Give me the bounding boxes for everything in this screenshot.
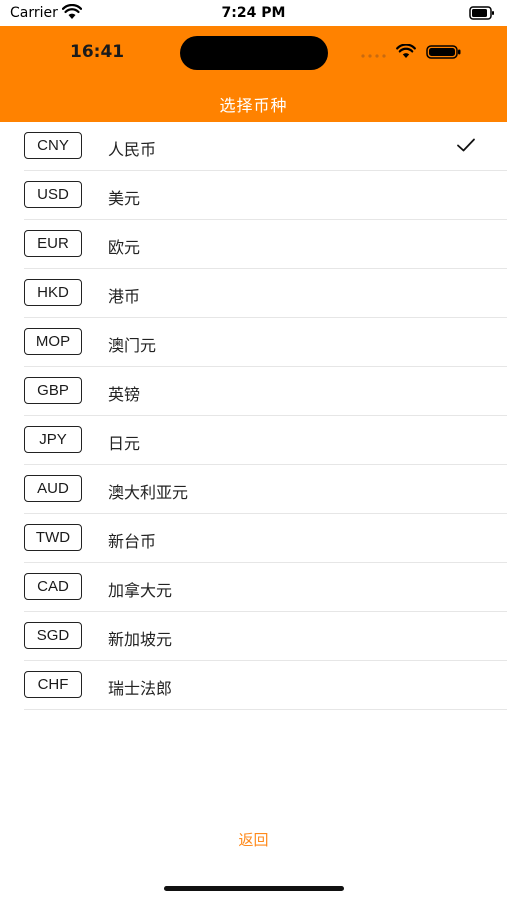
currency-code-badge: SGD xyxy=(24,622,82,649)
currency-code-badge: USD xyxy=(24,181,82,208)
currency-code-badge: MOP xyxy=(24,328,82,355)
simulator-status-bar: Carrier 7:24 PM xyxy=(0,0,507,26)
currency-row-chf[interactable]: CHF 瑞士法郎 xyxy=(24,661,507,710)
signal-icon xyxy=(361,54,386,58)
simulator-time: 7:24 PM xyxy=(221,5,286,21)
currency-row-cny[interactable]: CNY 人民币 xyxy=(24,122,507,171)
currency-name: 新加坡元 xyxy=(108,630,173,649)
currency-name: 人民币 xyxy=(108,140,157,159)
currency-code-badge: CHF xyxy=(24,671,82,698)
currency-name: 港币 xyxy=(108,287,141,306)
currency-row-jpy[interactable]: JPY 日元 xyxy=(24,416,507,465)
currency-row-sgd[interactable]: SGD 新加坡元 xyxy=(24,612,507,661)
currency-row-mop[interactable]: MOP 澳门元 xyxy=(24,318,507,367)
currency-code-badge: CNY xyxy=(24,132,82,159)
currency-name: 英镑 xyxy=(108,385,141,404)
currency-row-aud[interactable]: AUD 澳大利亚元 xyxy=(24,465,507,514)
currency-name: 欧元 xyxy=(108,238,141,257)
dynamic-island xyxy=(180,36,328,70)
navigation-header: 16:41 选择币种 xyxy=(0,26,507,122)
currency-code-badge: CAD xyxy=(24,573,82,600)
back-button[interactable]: 返回 xyxy=(0,829,507,850)
currency-name: 澳门元 xyxy=(108,336,157,355)
currency-row-gbp[interactable]: GBP 英镑 xyxy=(24,367,507,416)
currency-name: 日元 xyxy=(108,434,141,453)
currency-code-badge: EUR xyxy=(24,230,82,257)
currency-name: 澳大利亚元 xyxy=(108,483,189,502)
currency-row-cad[interactable]: CAD 加拿大元 xyxy=(24,563,507,612)
currency-code-badge: AUD xyxy=(24,475,82,502)
battery-icon xyxy=(426,45,461,59)
device-time: 16:41 xyxy=(70,42,125,62)
currency-row-twd[interactable]: TWD 新台币 xyxy=(24,514,507,563)
currency-name: 加拿大元 xyxy=(108,581,173,600)
currency-name: 瑞士法郎 xyxy=(108,679,173,698)
currency-row-usd[interactable]: USD 美元 xyxy=(24,171,507,220)
currency-code-badge: GBP xyxy=(24,377,82,404)
checkmark-icon xyxy=(457,138,475,152)
currency-code-badge: JPY xyxy=(24,426,82,453)
page-title: 选择币种 xyxy=(219,96,288,115)
home-indicator xyxy=(164,886,344,891)
currency-name: 新台币 xyxy=(108,532,157,551)
currency-list: CNY 人民币 USD 美元 EUR 欧元 HKD 港币 MOP 澳门元 GBP… xyxy=(0,122,507,710)
wifi-icon xyxy=(396,44,416,58)
currency-row-hkd[interactable]: HKD 港币 xyxy=(24,269,507,318)
currency-code-badge: TWD xyxy=(24,524,82,551)
battery-icon xyxy=(469,6,494,20)
currency-row-eur[interactable]: EUR 欧元 xyxy=(24,220,507,269)
currency-name: 美元 xyxy=(108,189,141,208)
currency-code-badge: HKD xyxy=(24,279,82,306)
